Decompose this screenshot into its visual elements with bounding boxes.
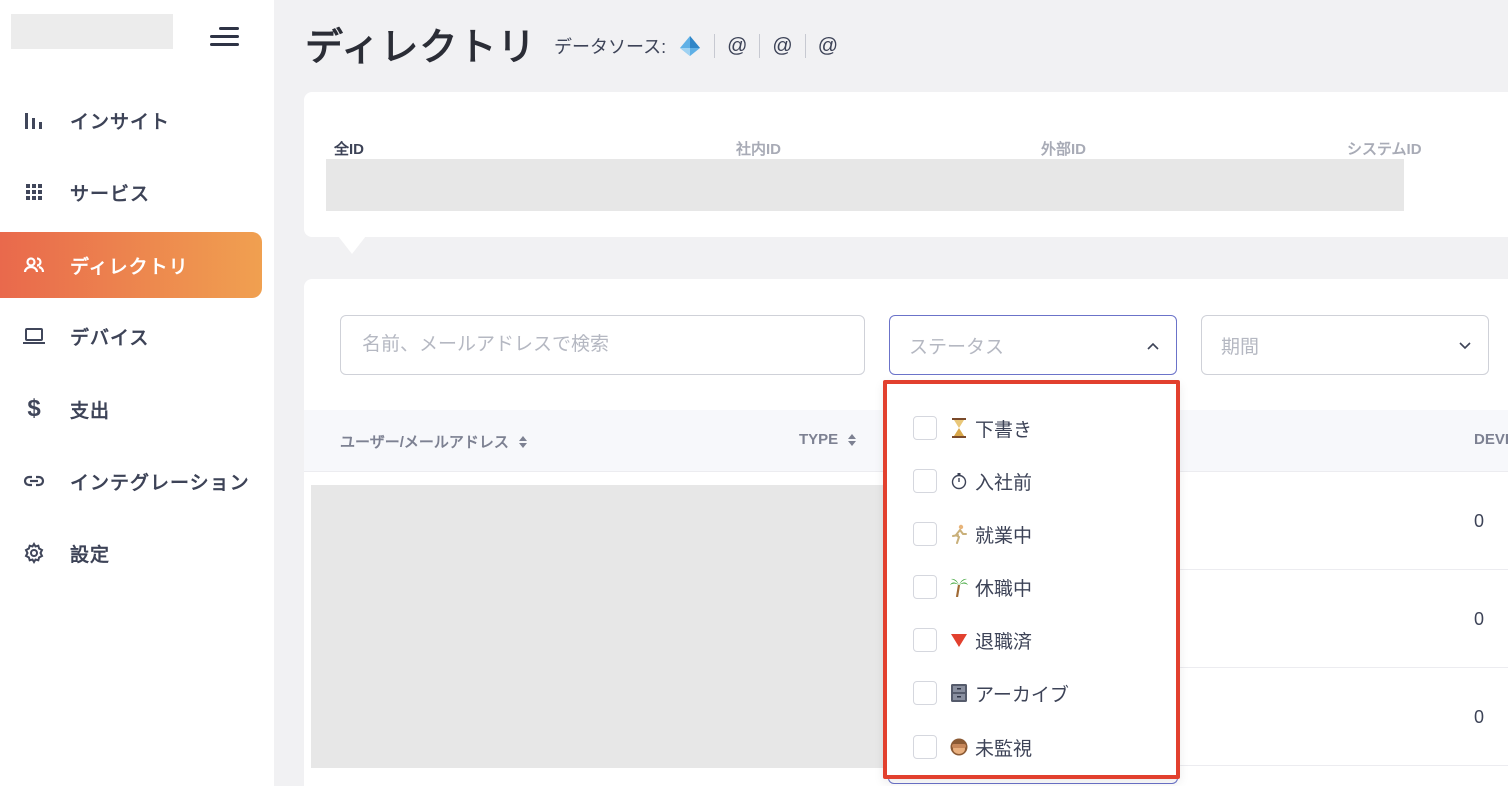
laptop-icon [22, 324, 46, 348]
sidebar-item-settings[interactable]: 設定 [0, 520, 262, 586]
device-count: 0 [1474, 511, 1485, 531]
hourglass-icon [949, 418, 969, 438]
status-option-retired[interactable]: 退職済 [913, 625, 1032, 655]
checkbox[interactable] [913, 469, 937, 493]
device-count: 0 [1474, 609, 1485, 629]
rows-placeholder [311, 485, 887, 768]
checkbox[interactable] [913, 681, 937, 705]
column-label: DEVI [1474, 431, 1508, 448]
stopwatch-icon [949, 471, 969, 491]
tab-system-id[interactable]: システムID [1347, 138, 1422, 159]
status-select-placeholder: ステータス [909, 336, 1005, 358]
checkbox[interactable] [913, 735, 937, 759]
dollar-icon: $ [27, 395, 41, 422]
sidebar-item-label: 支出 [70, 400, 111, 422]
sort-icon[interactable] [848, 433, 857, 446]
id-bar-placeholder [326, 159, 1404, 211]
column-device[interactable]: DEVI [1474, 431, 1508, 448]
option-label: 就業中 [975, 525, 1033, 547]
option-label: 入社前 [975, 472, 1033, 494]
gear-icon [22, 541, 46, 565]
logo [11, 14, 173, 49]
search-input[interactable] [340, 315, 865, 375]
column-type[interactable]: TYPE [799, 431, 857, 448]
tab-internal-id[interactable]: 社内ID [736, 138, 781, 159]
period-select-placeholder: 期間 [1221, 336, 1260, 358]
sidebar-item-label: デバイス [70, 327, 150, 349]
status-option-employed[interactable]: 就業中 [913, 519, 1032, 549]
bar-chart-icon [22, 108, 46, 132]
sidebar-item-directory[interactable]: ディレクトリ [0, 232, 262, 298]
users-icon [22, 253, 46, 277]
status-option-pre-join[interactable]: 入社前 [913, 466, 1032, 496]
diamond-icon[interactable] [678, 35, 702, 57]
at-icon[interactable]: @ [727, 35, 747, 58]
checkbox[interactable] [913, 628, 937, 652]
sort-icon[interactable] [518, 435, 527, 448]
link-icon [22, 469, 46, 493]
status-option-unmonitored[interactable]: 未監視 [913, 732, 1032, 762]
sidebar-item-label: インサイト [70, 111, 171, 133]
column-label: TYPE [799, 431, 839, 448]
option-label: 退職済 [975, 631, 1033, 653]
page-title: ディレクトリ [305, 27, 537, 69]
menu-toggle-icon[interactable] [210, 27, 239, 49]
sidebar-item-device[interactable]: デバイス [0, 303, 262, 369]
chevron-down-icon [1459, 342, 1471, 350]
chevron-up-icon [1147, 342, 1159, 350]
card-pointer [338, 236, 366, 254]
column-label: ユーザー/メールアドレス [340, 434, 509, 451]
sidebar-item-label: 設定 [70, 544, 111, 566]
option-label: 下書き [975, 419, 1033, 441]
running-person-icon [949, 524, 969, 544]
sidebar-item-insight[interactable]: インサイト [0, 87, 262, 153]
sidebar-item-service[interactable]: サービス [0, 159, 262, 225]
at-icon[interactable]: @ [772, 35, 792, 58]
see-no-evil-monkey-icon [949, 737, 969, 757]
sidebar-item-integration[interactable]: インテグレーション [0, 448, 262, 514]
option-label: アーカイブ [975, 684, 1069, 706]
option-label: 未監視 [975, 738, 1033, 760]
sidebar-item-label: サービス [70, 183, 151, 205]
at-icon[interactable]: @ [818, 35, 838, 58]
status-select[interactable]: ステータス [889, 315, 1177, 375]
tab-external-id[interactable]: 外部ID [1041, 138, 1086, 159]
palm-tree-icon [949, 577, 969, 597]
period-select[interactable]: 期間 [1201, 315, 1489, 375]
sidebar-item-spend[interactable]: $ 支出 [0, 376, 262, 442]
file-cabinet-icon [949, 683, 969, 703]
status-option-draft[interactable]: 下書き [913, 413, 1032, 443]
checkbox[interactable] [913, 575, 937, 599]
grid-icon [22, 180, 46, 204]
status-option-on-leave[interactable]: 休職中 [913, 572, 1032, 602]
device-count: 0 [1474, 707, 1485, 727]
datasource-bar: データソース: @ @ @ [554, 33, 838, 59]
datasource-label: データソース: [554, 37, 667, 57]
red-triangle-icon [949, 630, 969, 650]
sidebar-item-label: インテグレーション [70, 472, 250, 494]
status-dropdown: 下書き 入社前 就業中 休職中 退職済 アーカイブ 未監視 [883, 380, 1180, 779]
option-label: 休職中 [975, 578, 1033, 600]
sidebar-item-label: ディレクトリ [70, 256, 189, 278]
column-user-email[interactable]: ユーザー/メールアドレス [340, 431, 527, 452]
sidebar: インサイト サービス ディレクトリ デバイス $ 支出 インテグレーション 設定 [0, 0, 274, 786]
status-option-archive[interactable]: アーカイブ [913, 678, 1069, 708]
tab-all-id[interactable]: 全ID [334, 138, 364, 159]
checkbox[interactable] [913, 522, 937, 546]
checkbox[interactable] [913, 416, 937, 440]
